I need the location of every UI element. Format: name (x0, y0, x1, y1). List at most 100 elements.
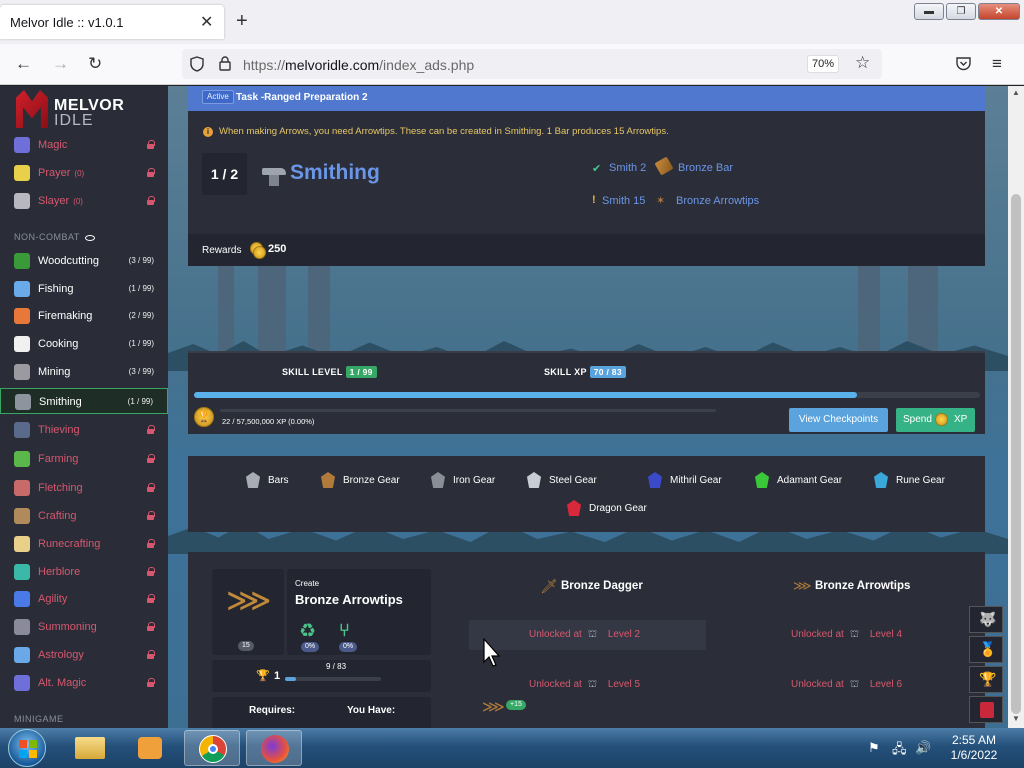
quick-wolf-button[interactable]: 🐺 (969, 606, 1003, 633)
sidebar-item-count: (1 / 99) (128, 339, 154, 348)
sidebar-item-alt-magic[interactable]: Alt. Magic (0, 670, 168, 696)
category-steel-gear[interactable]: Steel Gear (527, 472, 597, 488)
magic-icon (14, 137, 30, 153)
category-label: Steel Gear (549, 475, 597, 486)
rewards-label: Rewards (202, 245, 242, 256)
unlock-1: Unlocked at ⛫ Level 2 (529, 629, 640, 642)
mastery-card: 🏆 1 9 / 83 (212, 660, 431, 692)
eye-icon[interactable] (84, 234, 95, 241)
sidebar-item-runecrafting[interactable]: Runecrafting (0, 531, 168, 557)
spend-xp-label: XP (954, 414, 968, 425)
double-icon[interactable]: ⑂ (339, 620, 350, 641)
category-label: Dragon Gear (589, 503, 647, 514)
restore-button[interactable]: ❐ (946, 3, 976, 20)
minimize-button[interactable]: ▬ (914, 3, 944, 20)
tab-close-icon[interactable]: ✕ (200, 12, 213, 32)
close-window-button[interactable]: ✕ (978, 3, 1020, 20)
url-path: /index_ads.php (379, 57, 475, 73)
bookmark-star-icon[interactable]: ☆ (855, 53, 870, 73)
url-text[interactable]: https://melvoridle.com/index_ads.php (243, 57, 474, 73)
category-iron-gear[interactable]: Iron Gear (431, 472, 495, 488)
reload-icon[interactable]: ↻ (88, 54, 102, 74)
new-tab-button[interactable]: + (236, 10, 248, 32)
spend-xp-button[interactable]: Spend XP (896, 408, 975, 432)
noncombat-header: NON-COMBAT (14, 232, 95, 242)
sidebar-item-magic[interactable]: Magic (0, 132, 168, 158)
recipe-item-card[interactable]: ⋙ 15 (212, 569, 284, 655)
you-have-label: You Have: (347, 705, 396, 716)
start-button[interactable] (8, 729, 46, 767)
url-bar[interactable]: https://melvoridle.com/index_ads.php 70%… (182, 49, 882, 79)
sidebar-item-smithing[interactable]: Smithing (1 / 99) (0, 388, 168, 414)
warning-icon: ! (592, 194, 596, 206)
taskbar-explorer[interactable] (62, 730, 118, 766)
req-1-item[interactable]: Bronze Bar (678, 162, 733, 174)
volume-icon[interactable]: 🔊 (915, 740, 931, 756)
category-bronze-gear[interactable]: Bronze Gear (321, 472, 400, 488)
category-bars[interactable]: Bars (246, 472, 289, 488)
game-logo[interactable]: MELVOR IDLE (14, 90, 164, 130)
unlock-level: Level 2 (607, 629, 641, 640)
back-icon[interactable]: ← (15, 54, 32, 74)
quick-bag-button[interactable] (969, 696, 1003, 723)
req-2-item[interactable]: Bronze Arrowtips (676, 195, 759, 207)
taskbar-firefox[interactable] (246, 730, 302, 766)
sidebar-item-astrology[interactable]: Astrology (0, 642, 168, 668)
recycle-icon[interactable]: ♻ (299, 620, 316, 643)
category-adamant-gear[interactable]: Adamant Gear (755, 472, 842, 488)
logo-icon (16, 90, 48, 128)
pocket-icon[interactable] (956, 57, 971, 71)
sidebar-item-crafting[interactable]: Crafting (0, 503, 168, 529)
action-center-icon[interactable]: ⚑ (868, 740, 880, 756)
clock[interactable]: 2:55 AM 1/6/2022 (946, 733, 1002, 763)
network-icon[interactable]: 🖧 (892, 740, 907, 762)
taskbar-media-player[interactable] (122, 730, 178, 766)
task-skill-title[interactable]: Smithing (290, 161, 380, 185)
sidebar-item-summoning[interactable]: Summoning (0, 614, 168, 640)
sidebar-item-herblore[interactable]: Herblore (0, 559, 168, 585)
sidebar-item-agility[interactable]: Agility (0, 586, 168, 612)
medal-icon: 🏅 (979, 641, 997, 657)
sidebar-item-fishing[interactable]: Fishing (1 / 99) (0, 276, 168, 302)
fletching-icon (14, 480, 30, 496)
sidebar-item-firemaking[interactable]: Firemaking (2 / 99) (0, 303, 168, 329)
scroll-down-icon[interactable]: ▼ (1012, 714, 1020, 723)
quick-medal-button[interactable]: 🏅 (969, 636, 1003, 663)
skill-xp-value: 70 / 83 (589, 366, 626, 378)
astrology-icon (14, 647, 30, 663)
scroll-up-icon[interactable]: ▲ (1012, 88, 1020, 97)
lock-icon (147, 454, 155, 463)
sidebar-item-farming[interactable]: Farming (0, 446, 168, 472)
bronze-dagger-icon: 🗡 (540, 578, 558, 594)
lock-icon[interactable] (219, 56, 231, 71)
forward-icon[interactable]: → (52, 54, 69, 74)
scrollbar[interactable]: ▲ ▼ (1008, 86, 1024, 728)
menu-icon[interactable]: ≡ (992, 54, 1002, 74)
taskbar-chrome[interactable] (184, 730, 240, 766)
sidebar-item-prayer[interactable]: Prayer (0) (0, 160, 168, 186)
scroll-thumb[interactable] (1011, 194, 1021, 714)
firemaking-icon (14, 308, 30, 324)
sidebar-item-mining[interactable]: Mining (3 / 99) (0, 359, 168, 385)
category-dragon-gear[interactable]: Dragon Gear (567, 500, 647, 516)
mastery-bar-fill (285, 677, 296, 681)
sidebar-item-slayer[interactable]: Slayer (0) (0, 188, 168, 214)
window-controls: ▬ ❐ ✕ (914, 3, 1020, 20)
quick-trophy-button[interactable]: 🏆 (969, 666, 1003, 693)
sidebar-item-thieving[interactable]: Thieving (0, 417, 168, 443)
sidebar-item-fletching[interactable]: Fletching (0, 475, 168, 501)
browser-tab[interactable]: Melvor Idle :: v1.0.1 ✕ (0, 5, 224, 39)
dragon-gear-icon (567, 500, 581, 516)
category-mithril-gear[interactable]: Mithril Gear (648, 472, 722, 488)
preserve-pct: 0% (301, 642, 320, 652)
sidebar-item-label: Agility (38, 593, 68, 605)
category-rune-gear[interactable]: Rune Gear (874, 472, 945, 488)
skill-level-label: SKILL LEVEL (282, 367, 343, 377)
sidebar-item-cooking[interactable]: Cooking (1 / 99) (0, 331, 168, 357)
sidebar-item-label: Crafting (38, 510, 77, 522)
view-checkpoints-button[interactable]: View Checkpoints (789, 408, 888, 432)
sidebar-item-woodcutting[interactable]: Woodcutting (3 / 99) (0, 248, 168, 274)
shield-icon[interactable] (190, 56, 204, 72)
arrowtips-small-icon: ⋙ (793, 578, 812, 593)
zoom-indicator[interactable]: 70% (807, 55, 839, 73)
